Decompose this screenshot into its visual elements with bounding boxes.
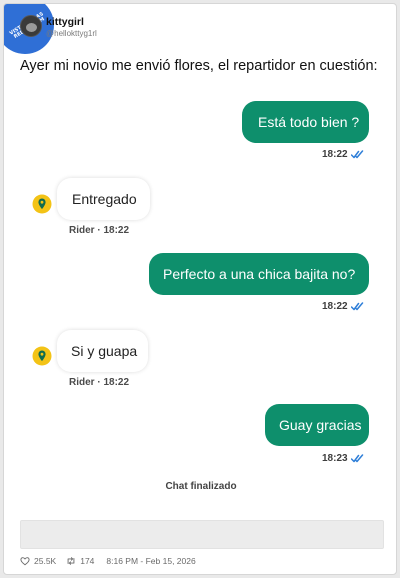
- tweet-card: VISTO EN LAS REDES .COM kittygirl @hello…: [3, 3, 397, 575]
- author-handle[interactable]: @hellokttyg1rl: [46, 29, 97, 38]
- outgoing-message: Está todo bien ?: [242, 101, 369, 143]
- outgoing-message: Perfecto a una chica bajita no?: [149, 253, 369, 295]
- double-check-icon: [350, 150, 363, 159]
- double-check-icon: [350, 454, 363, 463]
- message-text: Si y guapa: [71, 343, 138, 359]
- message-time: 18:22: [322, 301, 364, 312]
- time-label: 18:22: [322, 301, 348, 312]
- author-name[interactable]: kittygirl: [46, 16, 84, 28]
- heart-icon[interactable]: [20, 556, 30, 566]
- tweet-footer: 25.5K 174 8:16 PM - Feb 15, 2026: [20, 556, 196, 566]
- time-label: 18:22: [322, 149, 348, 160]
- chat-ended-label: Chat finalizado: [165, 481, 237, 492]
- message-time: 18:23: [322, 453, 364, 464]
- avatar[interactable]: [20, 15, 42, 37]
- incoming-message: Si y guapa: [57, 330, 148, 372]
- message-text: Guay gracias: [279, 417, 362, 433]
- tweet-timestamp[interactable]: 8:16 PM - Feb 15, 2026: [106, 556, 195, 566]
- outgoing-message: Guay gracias: [265, 404, 369, 446]
- message-meta: Rider · 18:22: [69, 225, 130, 236]
- incoming-message: Entregado: [57, 178, 150, 220]
- tweet-text: Ayer mi novio me envió flores, el repart…: [20, 58, 378, 74]
- message-meta: Rider · 18:22: [69, 377, 130, 388]
- message-time: 18:22: [322, 149, 364, 160]
- time-label: 18:23: [322, 453, 348, 464]
- message-text: Perfecto a una chica bajita no?: [163, 266, 356, 282]
- rider-location-icon: [32, 194, 52, 214]
- retweet-count[interactable]: 174: [80, 556, 94, 566]
- message-text: Entregado: [72, 191, 137, 207]
- message-input-bar: [20, 520, 384, 549]
- rider-location-icon: [32, 346, 52, 366]
- message-text: Está todo bien ?: [258, 114, 360, 130]
- double-check-icon: [350, 302, 363, 311]
- retweet-icon[interactable]: [66, 556, 76, 566]
- like-count[interactable]: 25.5K: [34, 556, 56, 566]
